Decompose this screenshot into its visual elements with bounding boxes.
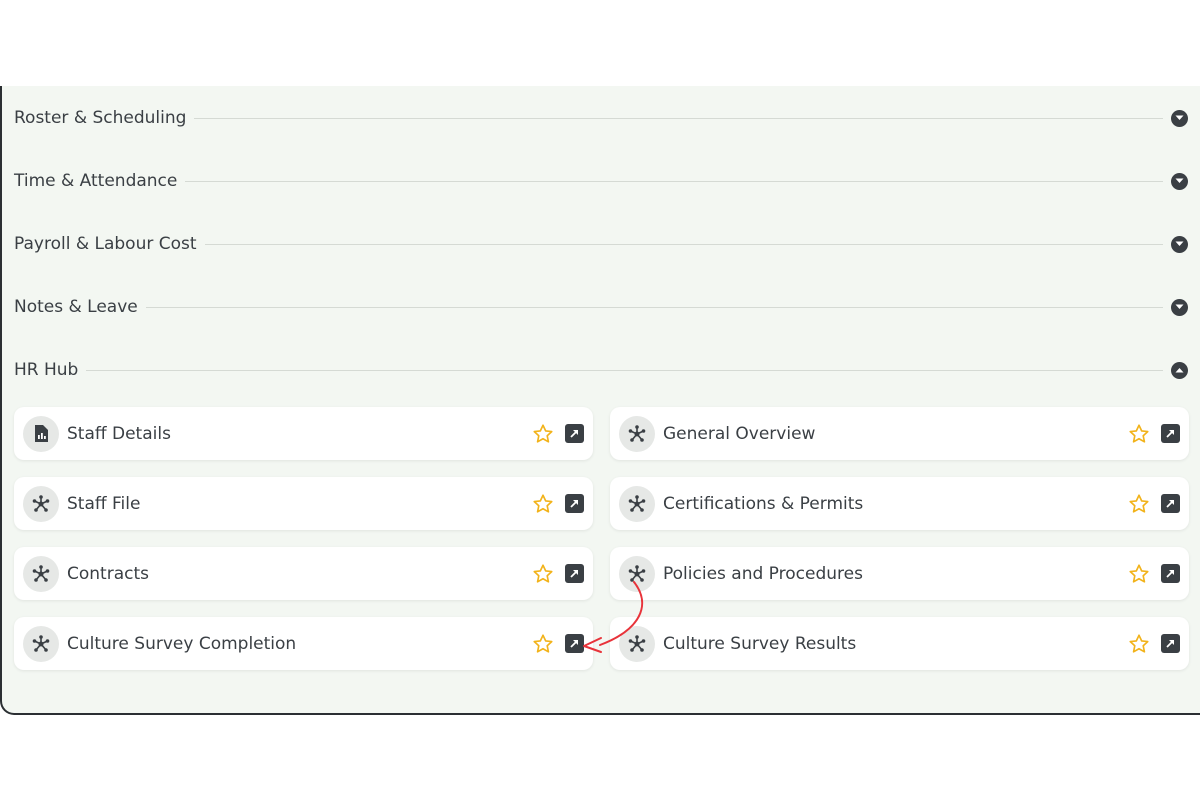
section-payroll-labour-cost[interactable]: Payroll & Labour Cost [14, 229, 1188, 259]
report-card-label: Staff Details [67, 423, 171, 444]
star-icon[interactable] [531, 422, 555, 446]
open-external-icon[interactable] [1161, 634, 1180, 653]
star-icon[interactable] [1127, 632, 1151, 656]
section-title: HR Hub [14, 360, 79, 380]
section-title: Roster & Scheduling [14, 108, 187, 128]
report-icon [23, 415, 59, 452]
section-hr-hub[interactable]: HR Hub [14, 355, 1188, 385]
report-card-general-overview[interactable]: General Overview [610, 407, 1189, 460]
section-title: Notes & Leave [14, 297, 138, 317]
section-title: Payroll & Labour Cost [14, 234, 197, 254]
section-divider [145, 306, 1163, 308]
reports-panel: Roster & Scheduling Time & Attendance Pa… [0, 86, 1200, 715]
network-icon [23, 625, 59, 662]
section-divider [204, 243, 1163, 245]
star-icon[interactable] [1127, 422, 1151, 446]
chevron-down-icon[interactable] [1171, 172, 1188, 190]
hr-hub-report-grid: Staff Details General Overview Staff Fil… [14, 407, 1189, 670]
network-icon [23, 555, 59, 592]
report-card-label: Culture Survey Completion [67, 633, 297, 654]
chevron-down-icon[interactable] [1171, 235, 1188, 253]
open-external-icon[interactable] [565, 564, 584, 583]
report-card-label: Policies and Procedures [663, 563, 863, 584]
section-divider [86, 369, 1163, 371]
network-icon [23, 485, 59, 522]
section-roster-scheduling[interactable]: Roster & Scheduling [14, 103, 1188, 133]
chevron-down-icon[interactable] [1171, 109, 1188, 127]
report-card-policies-procedures[interactable]: Policies and Procedures [610, 547, 1189, 600]
network-icon [619, 555, 655, 592]
report-card-label: Contracts [67, 563, 149, 584]
report-card-culture-survey-completion[interactable]: Culture Survey Completion [14, 617, 593, 670]
chevron-up-icon[interactable] [1171, 361, 1188, 379]
star-icon[interactable] [1127, 562, 1151, 586]
report-card-label: Culture Survey Results [663, 633, 857, 654]
star-icon[interactable] [531, 562, 555, 586]
star-icon[interactable] [531, 492, 555, 516]
report-card-certifications-permits[interactable]: Certifications & Permits [610, 477, 1189, 530]
chevron-down-icon[interactable] [1171, 298, 1188, 316]
open-external-icon[interactable] [565, 634, 584, 653]
section-time-attendance[interactable]: Time & Attendance [14, 166, 1188, 196]
section-title: Time & Attendance [14, 171, 178, 191]
open-external-icon[interactable] [1161, 494, 1180, 513]
report-card-culture-survey-results[interactable]: Culture Survey Results [610, 617, 1189, 670]
network-icon [619, 625, 655, 662]
open-external-icon[interactable] [1161, 424, 1180, 443]
star-icon[interactable] [531, 632, 555, 656]
star-icon[interactable] [1127, 492, 1151, 516]
report-card-staff-file[interactable]: Staff File [14, 477, 593, 530]
open-external-icon[interactable] [565, 494, 584, 513]
section-divider [194, 117, 1163, 119]
section-notes-leave[interactable]: Notes & Leave [14, 292, 1188, 322]
report-card-label: Staff File [67, 493, 141, 514]
report-card-contracts[interactable]: Contracts [14, 547, 593, 600]
network-icon [619, 415, 655, 452]
report-card-staff-details[interactable]: Staff Details [14, 407, 593, 460]
report-card-label: General Overview [663, 423, 816, 444]
section-divider [185, 180, 1163, 182]
network-icon [619, 485, 655, 522]
open-external-icon[interactable] [565, 424, 584, 443]
report-card-label: Certifications & Permits [663, 493, 864, 514]
open-external-icon[interactable] [1161, 564, 1180, 583]
